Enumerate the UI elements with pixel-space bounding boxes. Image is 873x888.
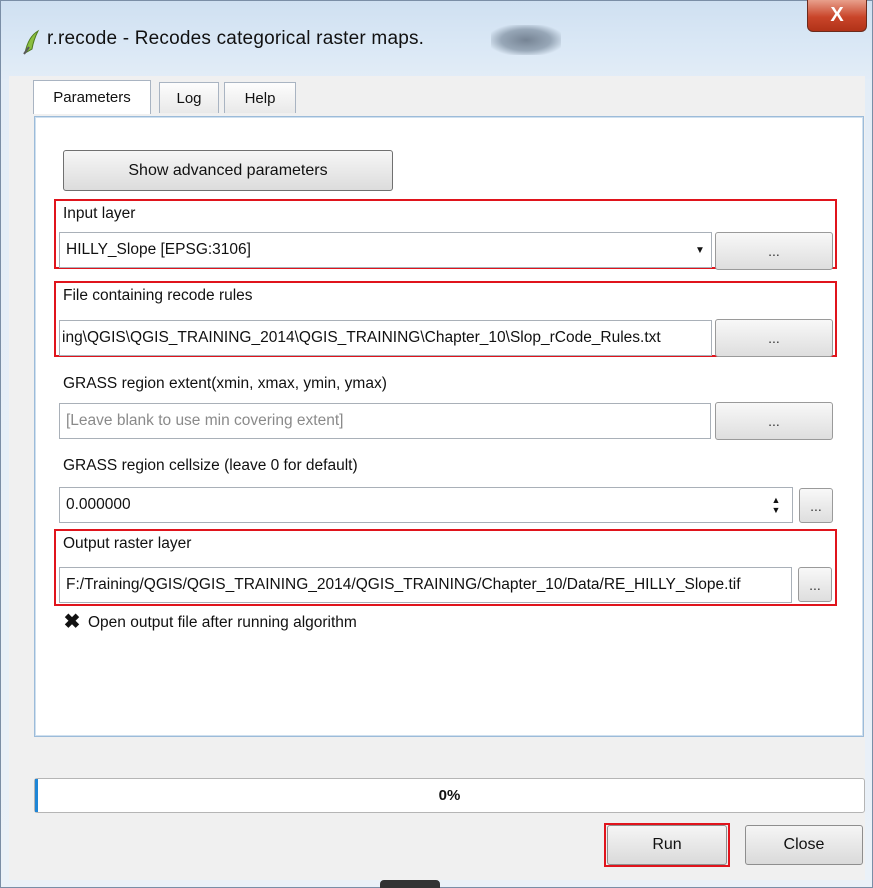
input-layer-combobox[interactable]: HILLY_Slope [EPSG:3106] bbox=[59, 232, 712, 268]
cellsize-label: GRASS region cellsize (leave 0 for defau… bbox=[63, 457, 358, 474]
open-output-checkbox[interactable]: ✖ bbox=[63, 612, 81, 632]
close-icon: X bbox=[830, 4, 844, 26]
progress-bar: 0% bbox=[34, 778, 865, 813]
tab-log[interactable]: Log bbox=[159, 82, 219, 113]
show-advanced-parameters-button[interactable]: Show advanced parameters bbox=[63, 150, 393, 191]
cellsize-spinbox[interactable]: 0.000000 bbox=[59, 487, 793, 523]
background-artifact bbox=[491, 25, 561, 55]
tab-parameters[interactable]: Parameters bbox=[33, 80, 151, 114]
recode-rules-field[interactable]: ing\QGIS\QGIS_TRAINING_2014\QGIS_TRAININ… bbox=[59, 320, 712, 356]
title-bar[interactable]: r.recode - Recodes categorical raster ma… bbox=[1, 0, 872, 77]
region-extent-browse-button[interactable]: ... bbox=[715, 402, 833, 440]
recode-rules-browse-button[interactable]: ... bbox=[715, 319, 833, 357]
region-extent-field[interactable]: [Leave blank to use min covering extent] bbox=[59, 403, 711, 439]
progress-label: 0% bbox=[438, 787, 461, 804]
close-button[interactable]: Close bbox=[745, 825, 863, 865]
tab-help[interactable]: Help bbox=[224, 82, 296, 113]
background-artifact bbox=[380, 880, 440, 888]
window-title: r.recode - Recodes categorical raster ma… bbox=[47, 28, 425, 49]
output-raster-field[interactable]: F:/Training/QGIS/QGIS_TRAINING_2014/QGIS… bbox=[59, 567, 792, 603]
input-layer-label: Input layer bbox=[63, 205, 136, 222]
close-window-button[interactable]: X bbox=[807, 0, 867, 32]
input-layer-browse-button[interactable]: ... bbox=[715, 232, 833, 270]
output-raster-browse-button[interactable]: ... bbox=[798, 567, 832, 602]
cellsize-browse-button[interactable]: ... bbox=[799, 488, 833, 523]
output-raster-label: Output raster layer bbox=[63, 535, 192, 552]
qgis-app-icon bbox=[23, 29, 40, 55]
region-extent-label: GRASS region extent(xmin, xmax, ymin, ym… bbox=[63, 375, 387, 392]
recode-rules-label: File containing recode rules bbox=[63, 287, 253, 304]
open-output-checkbox-label[interactable]: Open output file after running algorithm bbox=[88, 614, 357, 632]
spinbox-arrows-icon[interactable]: ▲ ▼ bbox=[760, 487, 792, 523]
run-button[interactable]: Run bbox=[607, 825, 727, 865]
chevron-down-icon[interactable]: ▼ bbox=[690, 233, 710, 267]
